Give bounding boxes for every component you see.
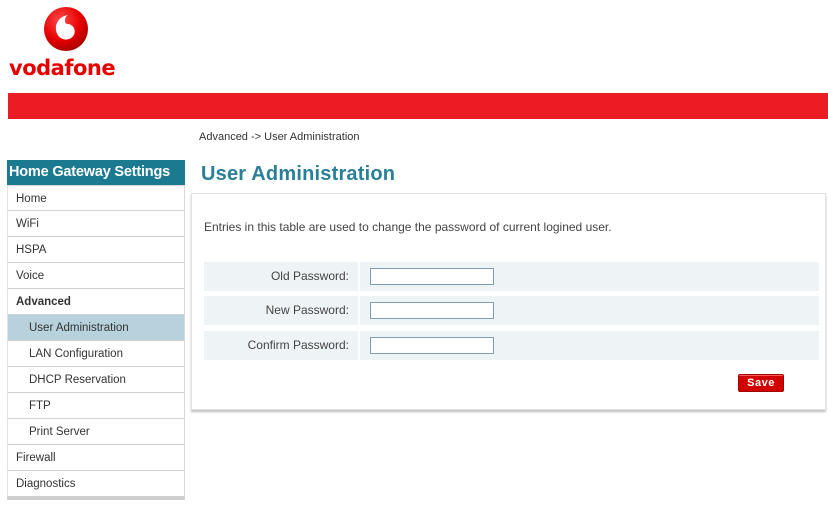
sidebar-item-hspa[interactable]: HSPA <box>7 237 185 263</box>
sidebar-item-wifi[interactable]: WiFi <box>7 211 185 237</box>
sidebar-item-lan-configuration[interactable]: LAN Configuration <box>7 341 185 367</box>
breadcrumb: Advanced -> User Administration <box>199 131 360 143</box>
save-button[interactable]: Save <box>738 374 784 392</box>
user-admin-panel: Entries in this table are used to change… <box>191 193 826 410</box>
confirm-password-label: Confirm Password: <box>247 338 349 352</box>
intro-text: Entries in this table are used to change… <box>204 220 612 234</box>
new-password-input[interactable] <box>370 302 494 319</box>
sidebar-item-firewall[interactable]: Firewall <box>7 445 185 471</box>
brand-name: vodafone <box>9 56 116 80</box>
new-password-label: New Password: <box>265 303 349 317</box>
confirm-password-row: Confirm Password: <box>204 331 819 360</box>
vodafone-logo: vodafone <box>9 6 129 82</box>
sidebar-item-home[interactable]: Home <box>7 185 185 211</box>
old-password-input[interactable] <box>370 268 494 285</box>
sidebar-item-voice[interactable]: Voice <box>7 263 185 289</box>
new-password-row: New Password: <box>204 296 819 325</box>
sidebar-item-dhcp-reservation[interactable]: DHCP Reservation <box>7 367 185 393</box>
old-password-row: Old Password: <box>204 262 819 291</box>
sidebar-item-print-server[interactable]: Print Server <box>7 419 185 445</box>
sidebar-item-ftp[interactable]: FTP <box>7 393 185 419</box>
page-title: User Administration <box>201 163 396 185</box>
sidebar-bottom-divider <box>7 497 185 500</box>
confirm-password-input[interactable] <box>370 337 494 354</box>
sidebar-item-diagnostics[interactable]: Diagnostics <box>7 471 185 497</box>
sidebar-header: Home Gateway Settings <box>7 160 185 185</box>
vodafone-speechmark-icon <box>44 7 88 51</box>
sidebar-item-advanced[interactable]: Advanced <box>7 289 185 315</box>
sidebar: Home Gateway Settings Home WiFi HSPA Voi… <box>7 160 185 500</box>
sidebar-item-user-administration[interactable]: User Administration <box>7 315 185 341</box>
old-password-label: Old Password: <box>270 269 349 283</box>
header-band <box>8 93 828 119</box>
